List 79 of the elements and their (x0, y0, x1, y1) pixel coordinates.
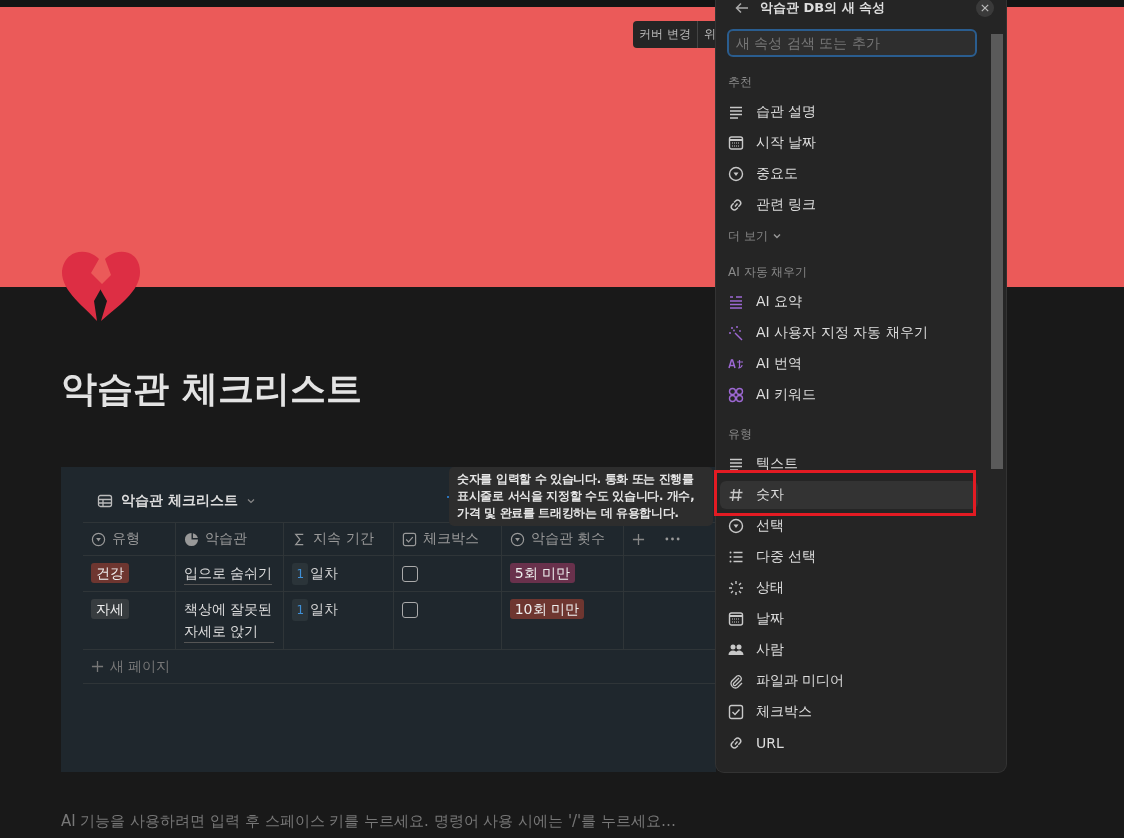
table-icon (97, 493, 113, 509)
dropdown-circle-icon (91, 531, 106, 547)
show-more-button[interactable]: 더 보기 (716, 225, 794, 247)
view-title[interactable]: 악습관 체크리스트 (121, 492, 238, 510)
status-icon (728, 580, 744, 596)
dropdown-circle-icon (728, 166, 744, 182)
cover-button[interactable]: 커버 변경 (633, 21, 698, 48)
column-label: 악습관 (204, 530, 247, 546)
search-field[interactable]: 새 속성 검색 또는 추가 (727, 29, 977, 57)
lines-icon (728, 456, 744, 472)
paperclip-icon (728, 673, 744, 689)
duration-text: 일차 (310, 565, 339, 581)
section-label: AI 자동 채우기 (727, 264, 809, 281)
menu-item[interactable]: 파일과 미디어 (720, 667, 978, 695)
page-title: 악습관 체크리스트 (61, 367, 362, 411)
broken-heart-icon (61, 249, 141, 321)
chevron-down-icon (771, 231, 782, 241)
menu-item[interactable]: AI 번역 (720, 350, 978, 378)
section-label: 유형 (727, 426, 753, 443)
menu-item[interactable]: 관련 링크 (720, 191, 978, 219)
column-header[interactable]: 유형 (83, 522, 176, 556)
count-tag: 5회 미만 (509, 563, 576, 583)
column-label: 유형 (112, 530, 140, 546)
number-badge: 1 (292, 599, 309, 621)
people-icon (728, 642, 744, 658)
section-label: 추천 (727, 74, 753, 91)
calendar-icon (728, 611, 744, 627)
checkbox-icon (402, 531, 418, 547)
menu-item[interactable]: 숫자 (720, 481, 978, 509)
column-header[interactable]: 악습관 (175, 522, 284, 556)
dropdown-circle-icon (728, 518, 744, 534)
number-badge: 1 (292, 563, 309, 585)
summary-icon (728, 294, 744, 310)
close-icon (981, 4, 989, 12)
lines-icon (728, 104, 744, 120)
menu-item[interactable]: AI 키워드 (720, 381, 978, 409)
duration-text: 일차 (310, 601, 339, 617)
menu-item[interactable]: 시작 날짜 (720, 129, 978, 157)
menu-item[interactable]: 텍스트 (720, 450, 978, 478)
circles-icon (728, 387, 744, 403)
menu-item[interactable]: URL (720, 729, 978, 757)
menu-item[interactable]: AI 사용자 지정 자동 채우기 (720, 319, 978, 347)
add-column-icon[interactable] (631, 532, 645, 546)
back-arrow-icon[interactable] (734, 0, 750, 16)
column-label: 체크박스 (423, 530, 480, 546)
ai-hint-text: AI 기능을 사용하려면 입력 후 스페이스 키를 누르세요. 명령어 사용 시에는 '/'를 누르세요… (61, 812, 677, 831)
menu-item[interactable]: 중요도 (720, 160, 978, 188)
close-button[interactable] (976, 0, 994, 17)
checkbox-icon (728, 704, 744, 720)
menu-item[interactable]: 날짜 (720, 605, 978, 633)
calendar-icon (728, 135, 744, 151)
menu-item[interactable]: 체크박스 (720, 698, 978, 726)
sparkle-icon (728, 325, 744, 341)
hash-icon (728, 487, 744, 503)
tooltip: 숫자를 입력할 수 있습니다. 통화 또는 진행률 표시줄로 서식을 지정할 수도 있습니다. 개수, 가격 및 완료를 트래킹하는 데 유용합니다. (449, 467, 713, 526)
translate-icon (728, 356, 744, 372)
pie-icon (183, 531, 199, 547)
dropdown-circle-icon (509, 531, 525, 547)
type-tag: 건강 (91, 563, 129, 583)
column-label: 악습관 횟수 (530, 530, 606, 546)
menu-item[interactable]: 습관 설명 (720, 98, 978, 126)
plus-icon (91, 660, 104, 673)
link-icon (728, 735, 744, 751)
more-icon[interactable] (664, 537, 680, 541)
menu-item[interactable]: 사람 (720, 636, 978, 664)
type-tag: 자세 (91, 599, 129, 619)
menu-title: 악습관 DB의 새 속성 (760, 0, 887, 16)
menu-item[interactable]: AI 요약 (720, 288, 978, 316)
list-icon (728, 549, 744, 565)
link-icon (728, 197, 744, 213)
menu-item[interactable]: 선택 (720, 512, 978, 540)
menu-item[interactable]: 다중 선택 (720, 543, 978, 571)
menu-item[interactable]: 상태 (720, 574, 978, 602)
column-label: 지속 기간 (313, 530, 374, 546)
column-header[interactable]: 지속 기간 (283, 522, 394, 556)
row-checkbox[interactable] (402, 602, 419, 618)
row-checkbox[interactable] (402, 566, 419, 582)
count-tag: 10회 미만 (509, 599, 584, 619)
chevron-down-icon[interactable] (245, 496, 256, 506)
